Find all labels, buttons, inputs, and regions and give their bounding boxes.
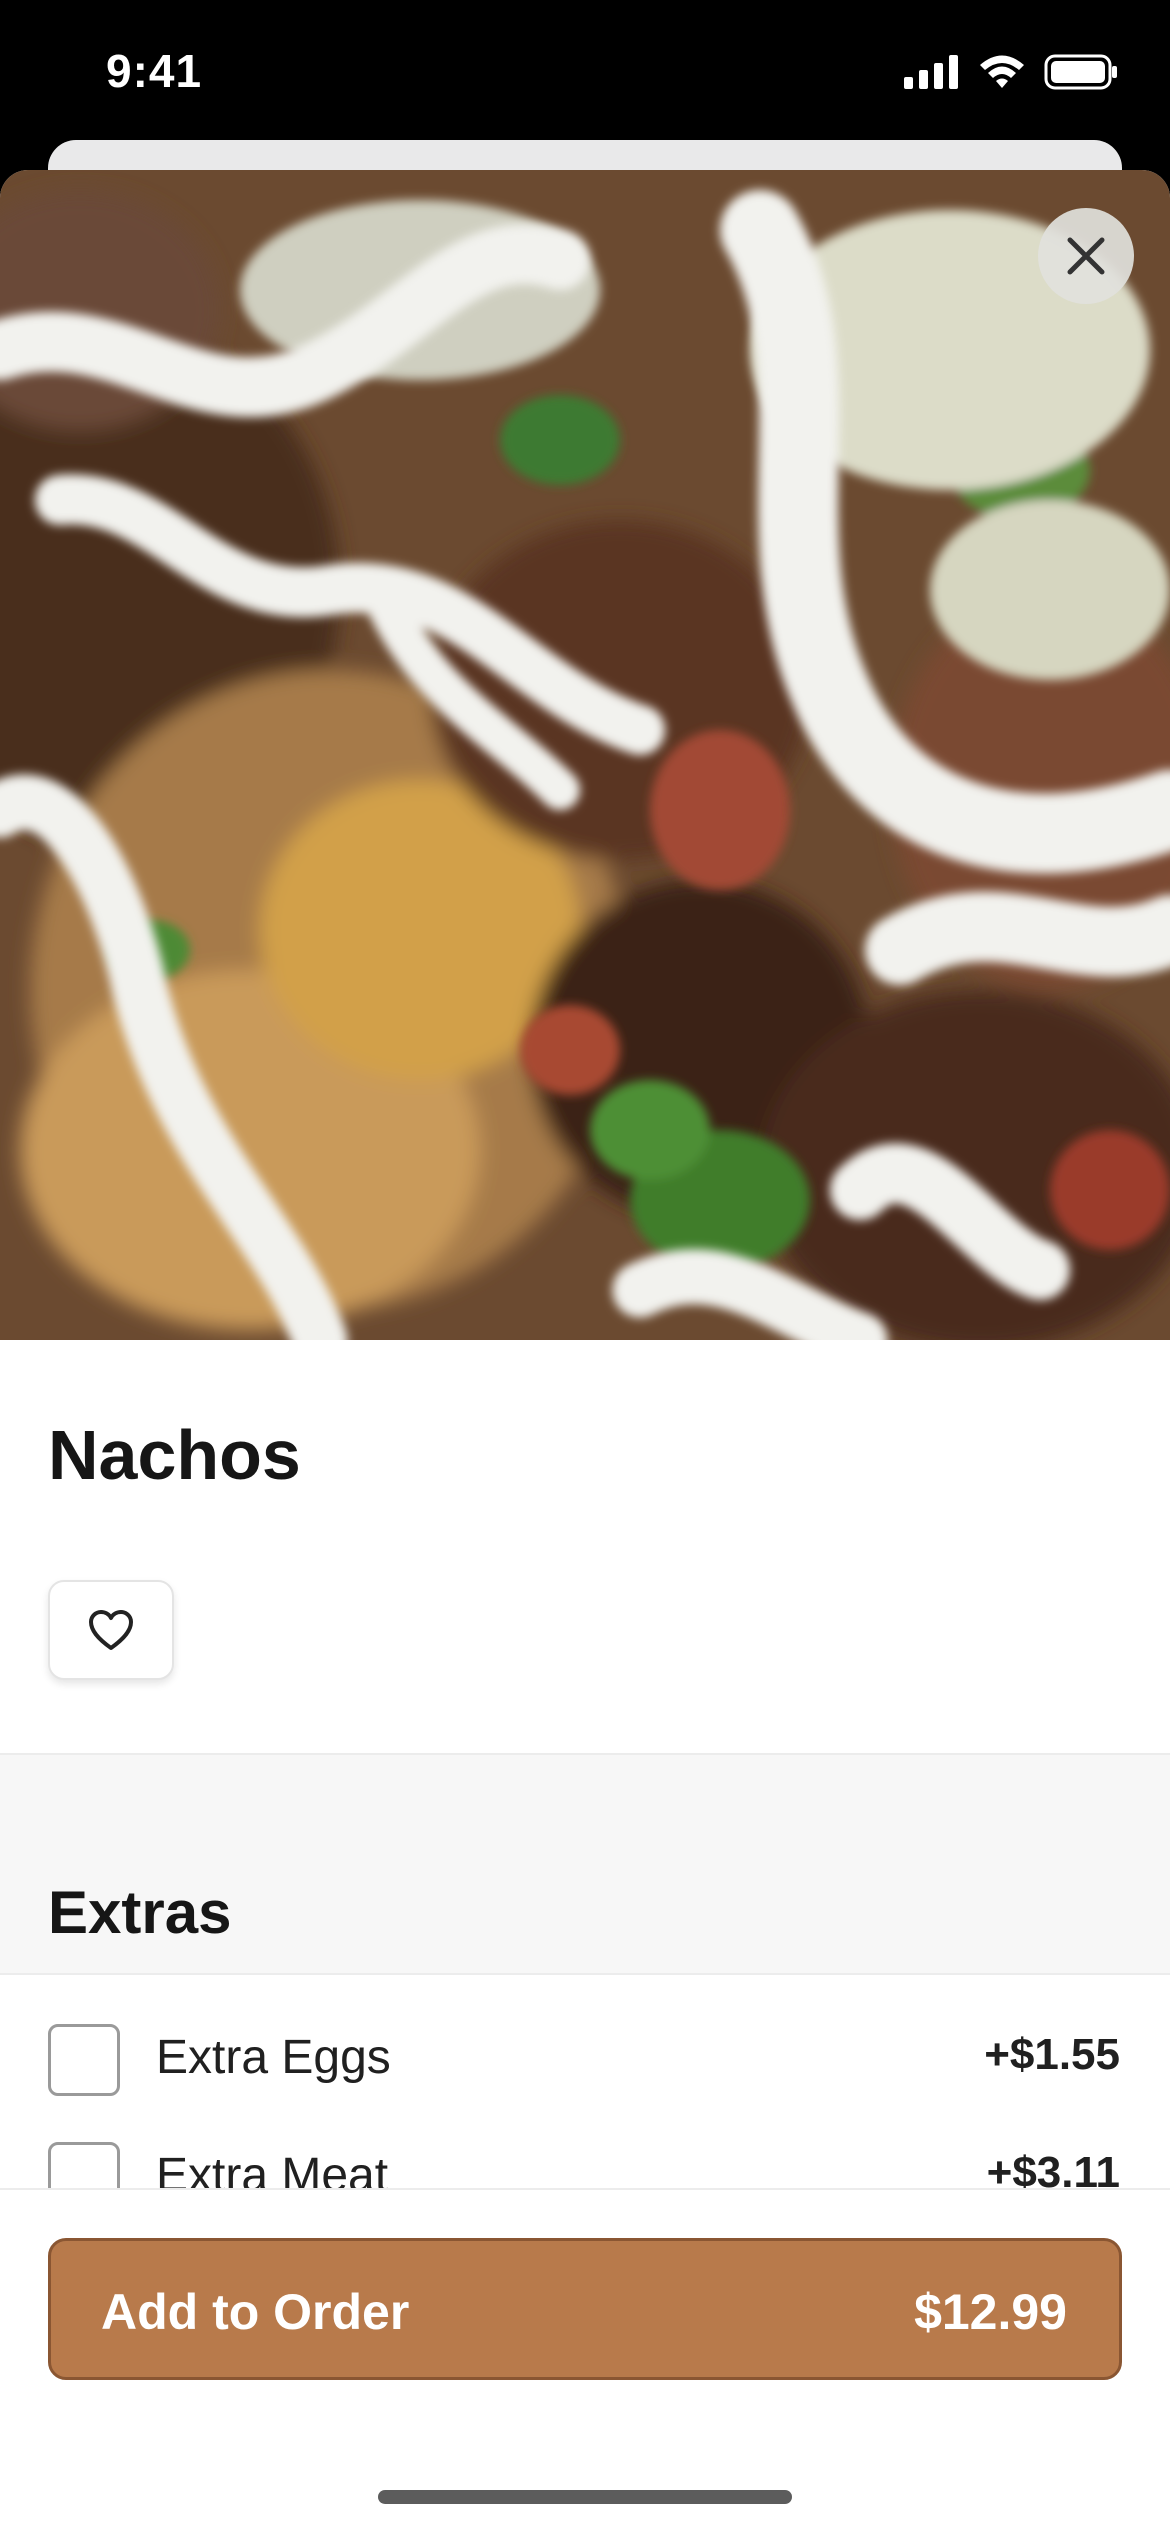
add-to-order-label: Add to Order xyxy=(101,2284,410,2340)
add-to-order-button[interactable]: Add to Order $12.99 xyxy=(48,2238,1122,2380)
heart-icon xyxy=(89,1610,133,1650)
status-bar: 9:41 xyxy=(0,0,1170,140)
status-icons xyxy=(904,54,1118,95)
order-footer: Add to Order $12.99 xyxy=(0,2188,1170,2532)
item-title: Nachos xyxy=(48,1416,301,1494)
status-time: 9:41 xyxy=(106,45,203,97)
home-indicator xyxy=(378,2490,792,2504)
signal-icon xyxy=(904,55,960,94)
close-icon xyxy=(1067,237,1105,275)
extras-section-title: Extras xyxy=(48,1879,232,1946)
add-to-order-price: $12.99 xyxy=(914,2284,1067,2340)
item-image xyxy=(0,170,1170,1340)
extras-option-checkbox[interactable] xyxy=(48,2024,120,2096)
wifi-icon xyxy=(978,54,1026,95)
close-button[interactable] xyxy=(1038,208,1134,304)
extras-option-label: Extra Eggs xyxy=(156,2031,391,2084)
extras-option-price: +$1.55 xyxy=(984,2030,1120,2079)
extras-option-row[interactable]: Extra Eggs +$1.55 xyxy=(0,2000,1170,2118)
favorite-button[interactable] xyxy=(48,1580,174,1680)
battery-icon xyxy=(1044,54,1118,95)
